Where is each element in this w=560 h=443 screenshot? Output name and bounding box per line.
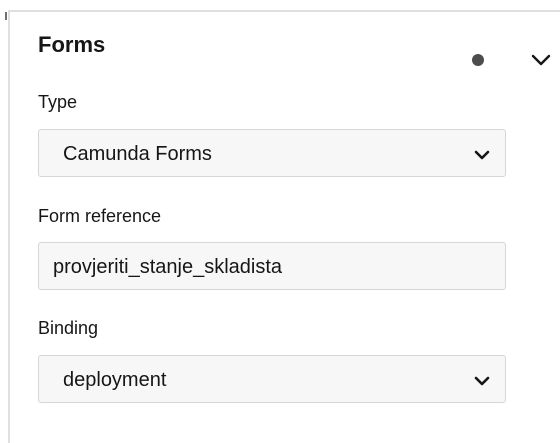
type-select[interactable]: Camunda Forms xyxy=(38,129,506,177)
dot-icon xyxy=(472,54,484,66)
properties-panel: Forms Type Camunda Forms Form reference … xyxy=(0,0,560,443)
chevron-down-icon[interactable] xyxy=(529,48,553,72)
type-select-value: Camunda Forms xyxy=(63,143,212,165)
form-reference-value: provjeriti_stanje_skladista xyxy=(53,256,283,278)
type-label: Type xyxy=(38,92,78,112)
chevron-down-icon xyxy=(474,150,490,160)
group-title: Forms xyxy=(38,32,106,57)
form-reference-input[interactable]: provjeriti_stanje_skladista xyxy=(38,242,506,290)
forms-group: Forms Type Camunda Forms Form reference … xyxy=(10,12,560,443)
chevron-down-icon xyxy=(474,376,490,386)
binding-label: Binding xyxy=(38,318,99,338)
form-reference-label: Form reference xyxy=(38,206,162,226)
binding-select[interactable]: deployment xyxy=(38,355,506,403)
forms-group-header[interactable]: Forms xyxy=(10,26,560,66)
resize-tick xyxy=(5,12,7,20)
binding-select-value: deployment xyxy=(63,369,167,391)
